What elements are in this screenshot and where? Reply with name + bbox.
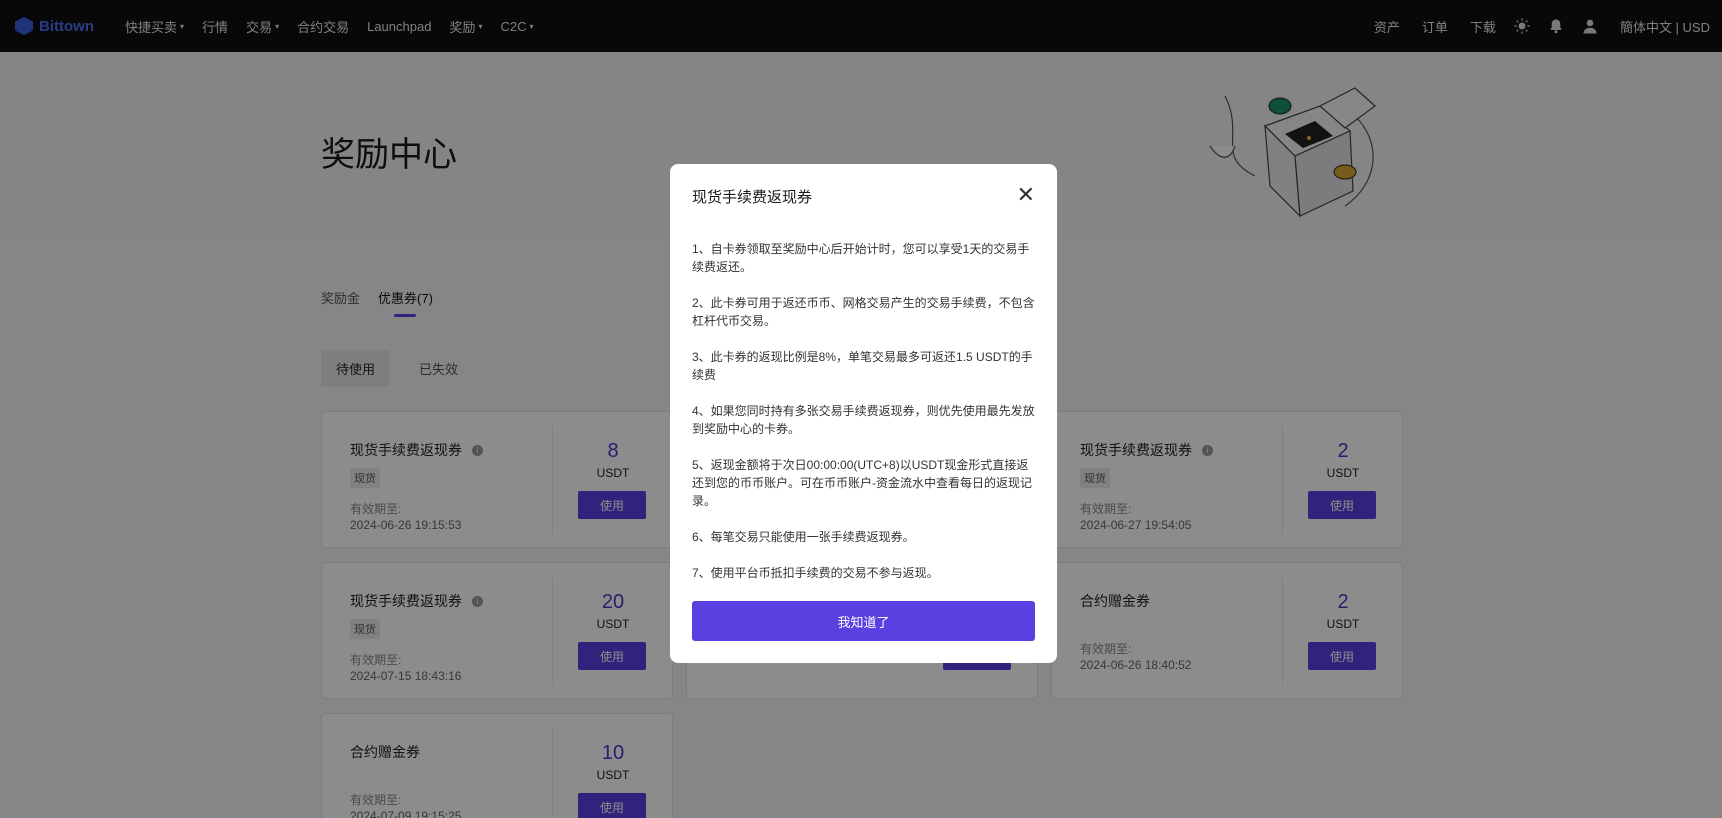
rule-item: 7、使用平台币抵扣手续费的交易不参与返现。 xyxy=(692,566,939,580)
rules-list: 1、自卡券领取至奖励中心后开始计时，您可以享受1天的交易手续费返还。 2、此卡券… xyxy=(692,240,1037,600)
acknowledge-button[interactable]: 我知道了 xyxy=(692,601,1035,641)
rule-item: 1、自卡券领取至奖励中心后开始计时，您可以享受1天的交易手续费返还。 xyxy=(692,242,1030,274)
rule-item: 4、如果您同时持有多张交易手续费返现券，则优先使用最先发放到奖励中心的卡券。 xyxy=(692,404,1035,436)
rule-item: 6、每笔交易只能使用一张手续费返现券。 xyxy=(692,530,915,544)
coupon-rules-modal: 现货手续费返现券 ✕ 1、自卡券领取至奖励中心后开始计时，您可以享受1天的交易手… xyxy=(670,164,1057,663)
rule-item: 5、返现金额将于次日00:00:00(UTC+8)以USDT现金形式直接返还到您… xyxy=(692,458,1032,508)
rule-item: 3、此卡券的返现比例是8%，单笔交易最多可返还1.5 USDT的手续费 xyxy=(692,350,1033,382)
rule-item: 2、此卡券可用于返还币币、网格交易产生的交易手续费，不包含杠杆代币交易。 xyxy=(692,296,1035,328)
close-icon[interactable]: ✕ xyxy=(1017,184,1035,206)
modal-title: 现货手续费返现券 xyxy=(692,189,813,206)
